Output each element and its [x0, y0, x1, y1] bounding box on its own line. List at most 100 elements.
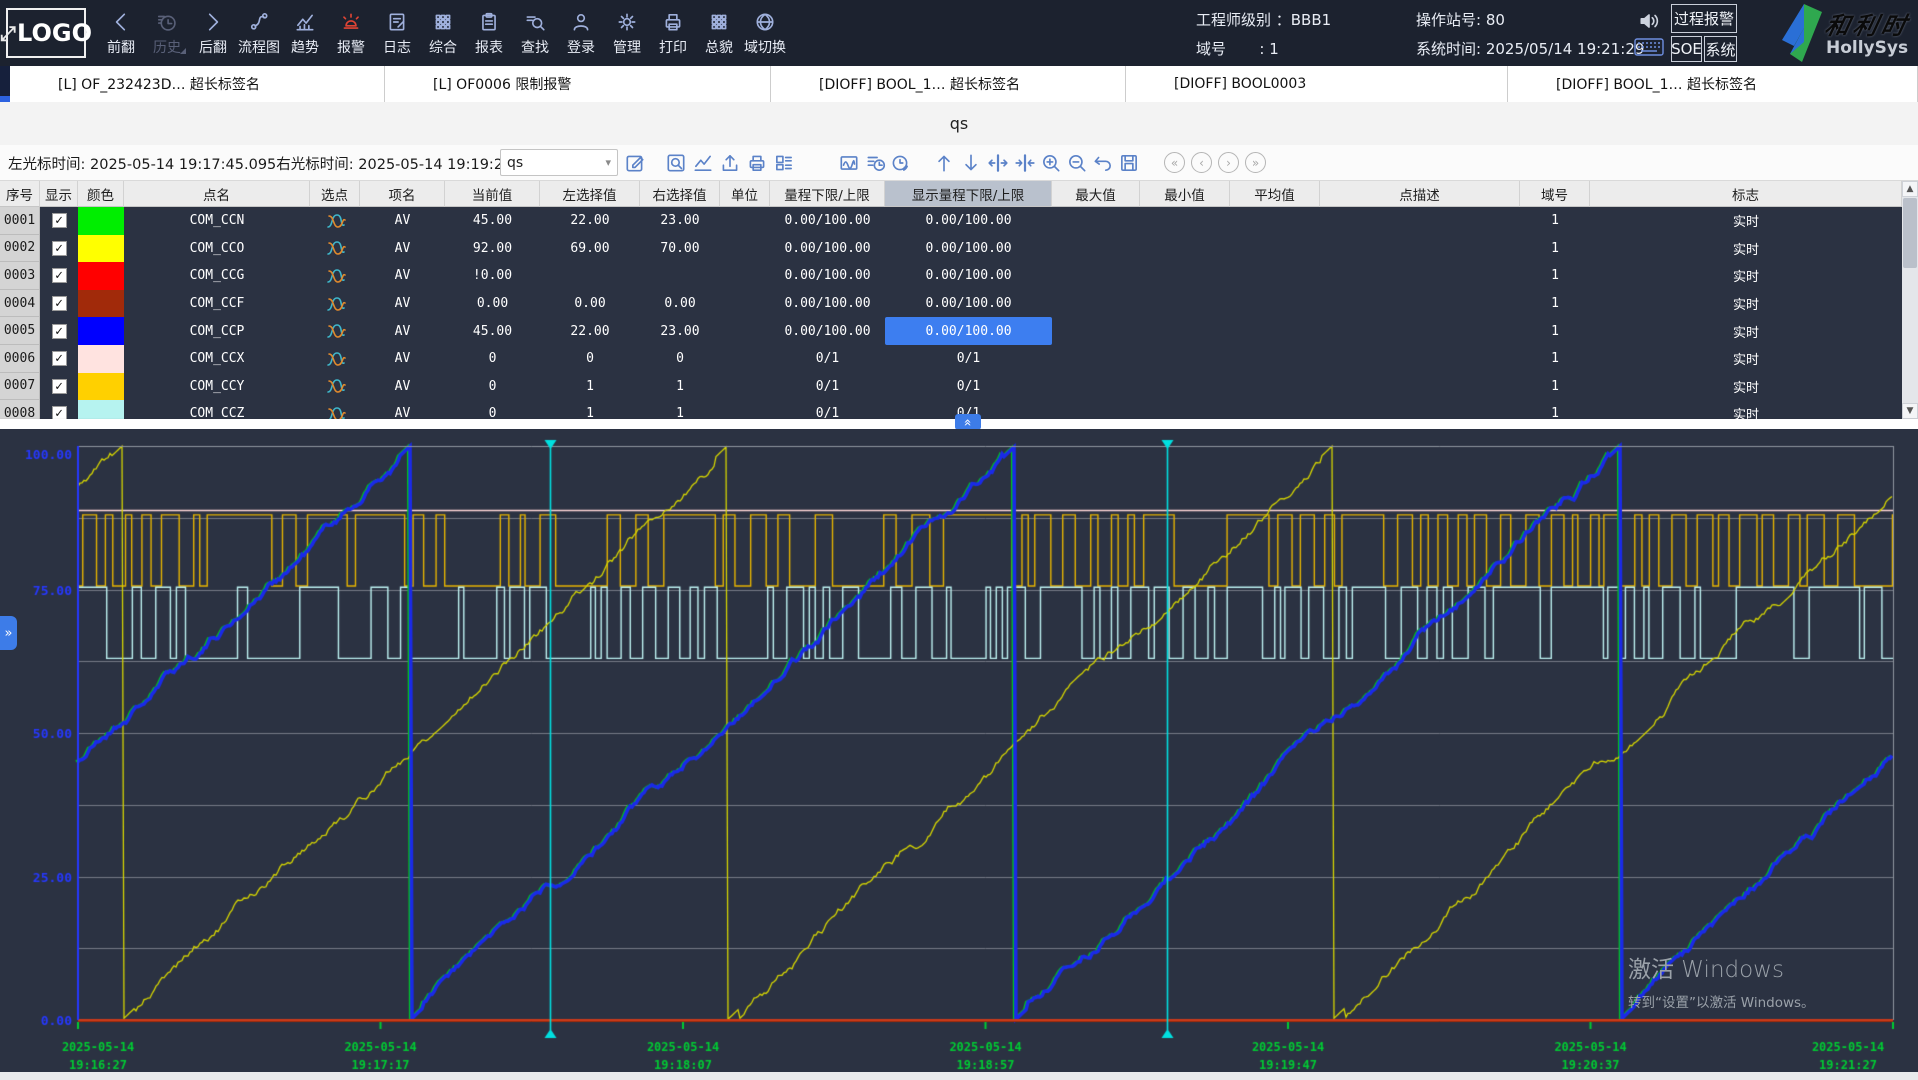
zoom-in-button[interactable]	[1037, 148, 1064, 177]
edit-button[interactable]	[621, 148, 648, 177]
display-range-limits[interactable]: 0.00/100.00	[885, 317, 1052, 345]
alarm-banner-item[interactable]: [L] OF0006 限制报警	[385, 66, 771, 102]
list-clock-button[interactable]	[862, 148, 889, 177]
display-checkbox[interactable]: ✓	[52, 213, 67, 228]
select-point-icon[interactable]	[324, 376, 346, 396]
column-header[interactable]: 颜色	[78, 181, 124, 207]
nav-print-button[interactable]: 打印	[650, 0, 696, 66]
column-header[interactable]: 点名	[124, 181, 310, 207]
table-chart-splitter[interactable]: »	[0, 419, 1918, 429]
system-button[interactable]: 系统	[1704, 36, 1737, 62]
table-row[interactable]: 0007✓COM_CCYAV0110/10/11实时	[0, 373, 1902, 401]
table-scrollbar[interactable]: ▲ ▼	[1902, 181, 1918, 419]
nav-flowchart-button[interactable]: 流程图	[236, 0, 282, 66]
column-header[interactable]: 平均值	[1230, 181, 1320, 207]
page-nav-first-button[interactable]: «	[1161, 148, 1188, 177]
table-row[interactable]: 0006✓COM_CCXAV0000/10/11实时	[0, 345, 1902, 373]
nav-trend-button[interactable]: 趋势	[282, 0, 328, 66]
column-header[interactable]: 显示量程下限/上限	[885, 181, 1052, 207]
display-checkbox[interactable]: ✓	[52, 296, 67, 311]
color-swatch[interactable]	[78, 373, 124, 401]
display-checkbox[interactable]: ✓	[52, 406, 67, 419]
nav-alarm-button[interactable]: 报警	[328, 0, 374, 66]
column-header[interactable]: 标志	[1590, 181, 1902, 207]
table-row[interactable]: 0005✓COM_CCPAV45.0022.0023.000.00/100.00…	[0, 317, 1902, 345]
nav-log-button[interactable]: 日志	[374, 0, 420, 66]
h-expand-button[interactable]	[984, 148, 1011, 177]
alarm-banner-item[interactable]: [DIOFF] BOOL_1… 超长标签名	[1508, 66, 1918, 102]
arrow-down-button[interactable]	[957, 148, 984, 177]
nav-history-button[interactable]: 历史	[144, 0, 190, 66]
display-checkbox[interactable]: ✓	[52, 241, 67, 256]
nav-forward-button[interactable]: 后翻	[190, 0, 236, 66]
column-header[interactable]: 项名	[360, 181, 445, 207]
select-point-icon[interactable]	[324, 321, 346, 341]
scroll-down-icon[interactable]: ▼	[1902, 403, 1918, 419]
display-checkbox[interactable]: ✓	[52, 351, 67, 366]
display-checkbox[interactable]: ✓	[52, 268, 67, 283]
process-alarm-button[interactable]: 过程报警	[1671, 4, 1737, 33]
splitter-collapse-button[interactable]: »	[955, 414, 981, 430]
h-compress-button[interactable]	[1011, 148, 1038, 177]
column-header[interactable]: 显示	[40, 181, 78, 207]
scroll-up-icon[interactable]: ▲	[1902, 181, 1918, 197]
keyboard-icon[interactable]	[1634, 38, 1664, 56]
nav-composite-button[interactable]: 综合	[420, 0, 466, 66]
color-swatch[interactable]	[78, 400, 124, 419]
display-checkbox[interactable]: ✓	[52, 379, 67, 394]
column-header[interactable]: 序号	[0, 181, 40, 207]
trend-plot-canvas[interactable]	[0, 429, 1918, 1080]
select-point-icon[interactable]	[324, 294, 346, 314]
save-button[interactable]	[1115, 148, 1142, 177]
select-point-icon[interactable]	[324, 349, 346, 369]
export-button[interactable]	[716, 148, 743, 177]
layout-button[interactable]	[770, 148, 797, 177]
undo-button[interactable]	[1089, 148, 1116, 177]
soe-button[interactable]: SOE	[1671, 36, 1702, 62]
table-row[interactable]: 0001✓COM_CCNAV45.0022.0023.000.00/100.00…	[0, 207, 1902, 235]
alarm-banner-item[interactable]: [DIOFF] BOOL_1… 超长标签名	[771, 66, 1126, 102]
display-checkbox[interactable]: ✓	[52, 324, 67, 339]
column-header[interactable]: 右选择值	[640, 181, 720, 207]
scrollbar-thumb[interactable]	[1903, 198, 1917, 268]
nav-domain-switch-button[interactable]: 域切换	[742, 0, 788, 66]
table-row[interactable]: 0002✓COM_CCOAV92.0069.0070.000.00/100.00…	[0, 235, 1902, 263]
nav-summary-button[interactable]: 总貌	[696, 0, 742, 66]
column-header[interactable]: 左选择值	[540, 181, 640, 207]
nav-login-button[interactable]: 登录	[558, 0, 604, 66]
print-small-button[interactable]	[743, 148, 770, 177]
page-nav-prev-button[interactable]: ‹	[1188, 148, 1215, 177]
select-point-icon[interactable]	[324, 266, 346, 286]
arrow-up-button[interactable]	[930, 148, 957, 177]
table-row[interactable]: 0004✓COM_CCFAV0.000.000.000.00/100.000.0…	[0, 290, 1902, 318]
color-swatch[interactable]	[78, 207, 124, 235]
zoom-box-button[interactable]	[662, 148, 689, 177]
column-header[interactable]: 最小值	[1140, 181, 1230, 207]
nav-back-button[interactable]: 前翻	[98, 0, 144, 66]
speaker-icon[interactable]	[1638, 10, 1660, 32]
column-header[interactable]: 域号	[1520, 181, 1590, 207]
column-header[interactable]: 当前值	[445, 181, 540, 207]
wave-box-button[interactable]	[835, 148, 862, 177]
column-header[interactable]: 最大值	[1052, 181, 1140, 207]
select-point-icon[interactable]	[324, 404, 346, 419]
table-row[interactable]: 0003✓COM_CCGAV!0.000.00/100.000.00/100.0…	[0, 262, 1902, 290]
color-swatch[interactable]	[78, 262, 124, 290]
color-swatch[interactable]	[78, 317, 124, 345]
nav-search-button[interactable]: 查找	[512, 0, 558, 66]
column-header[interactable]: 选点	[310, 181, 360, 207]
alarm-banner-item[interactable]: [DIOFF] BOOL0003	[1126, 66, 1508, 102]
color-swatch[interactable]	[78, 290, 124, 318]
trend-chart[interactable]: » 激活 Windows 转到“设置”以激活 Windows。	[0, 429, 1918, 1080]
zoom-out-button[interactable]	[1063, 148, 1090, 177]
color-swatch[interactable]	[78, 345, 124, 373]
page-nav-next-button[interactable]: ›	[1215, 148, 1242, 177]
select-point-icon[interactable]	[324, 238, 346, 258]
column-header[interactable]: 量程下限/上限	[770, 181, 885, 207]
table-row[interactable]: 0008✓COM_CCZAV0110/10/11实时	[0, 400, 1902, 419]
nav-manage-button[interactable]: 管理	[604, 0, 650, 66]
chart-expand-button[interactable]: »	[0, 616, 17, 650]
trend-group-select[interactable]: qs ▾	[500, 149, 618, 176]
page-nav-last-button[interactable]: »	[1242, 148, 1269, 177]
nav-report-button[interactable]: 报表	[466, 0, 512, 66]
